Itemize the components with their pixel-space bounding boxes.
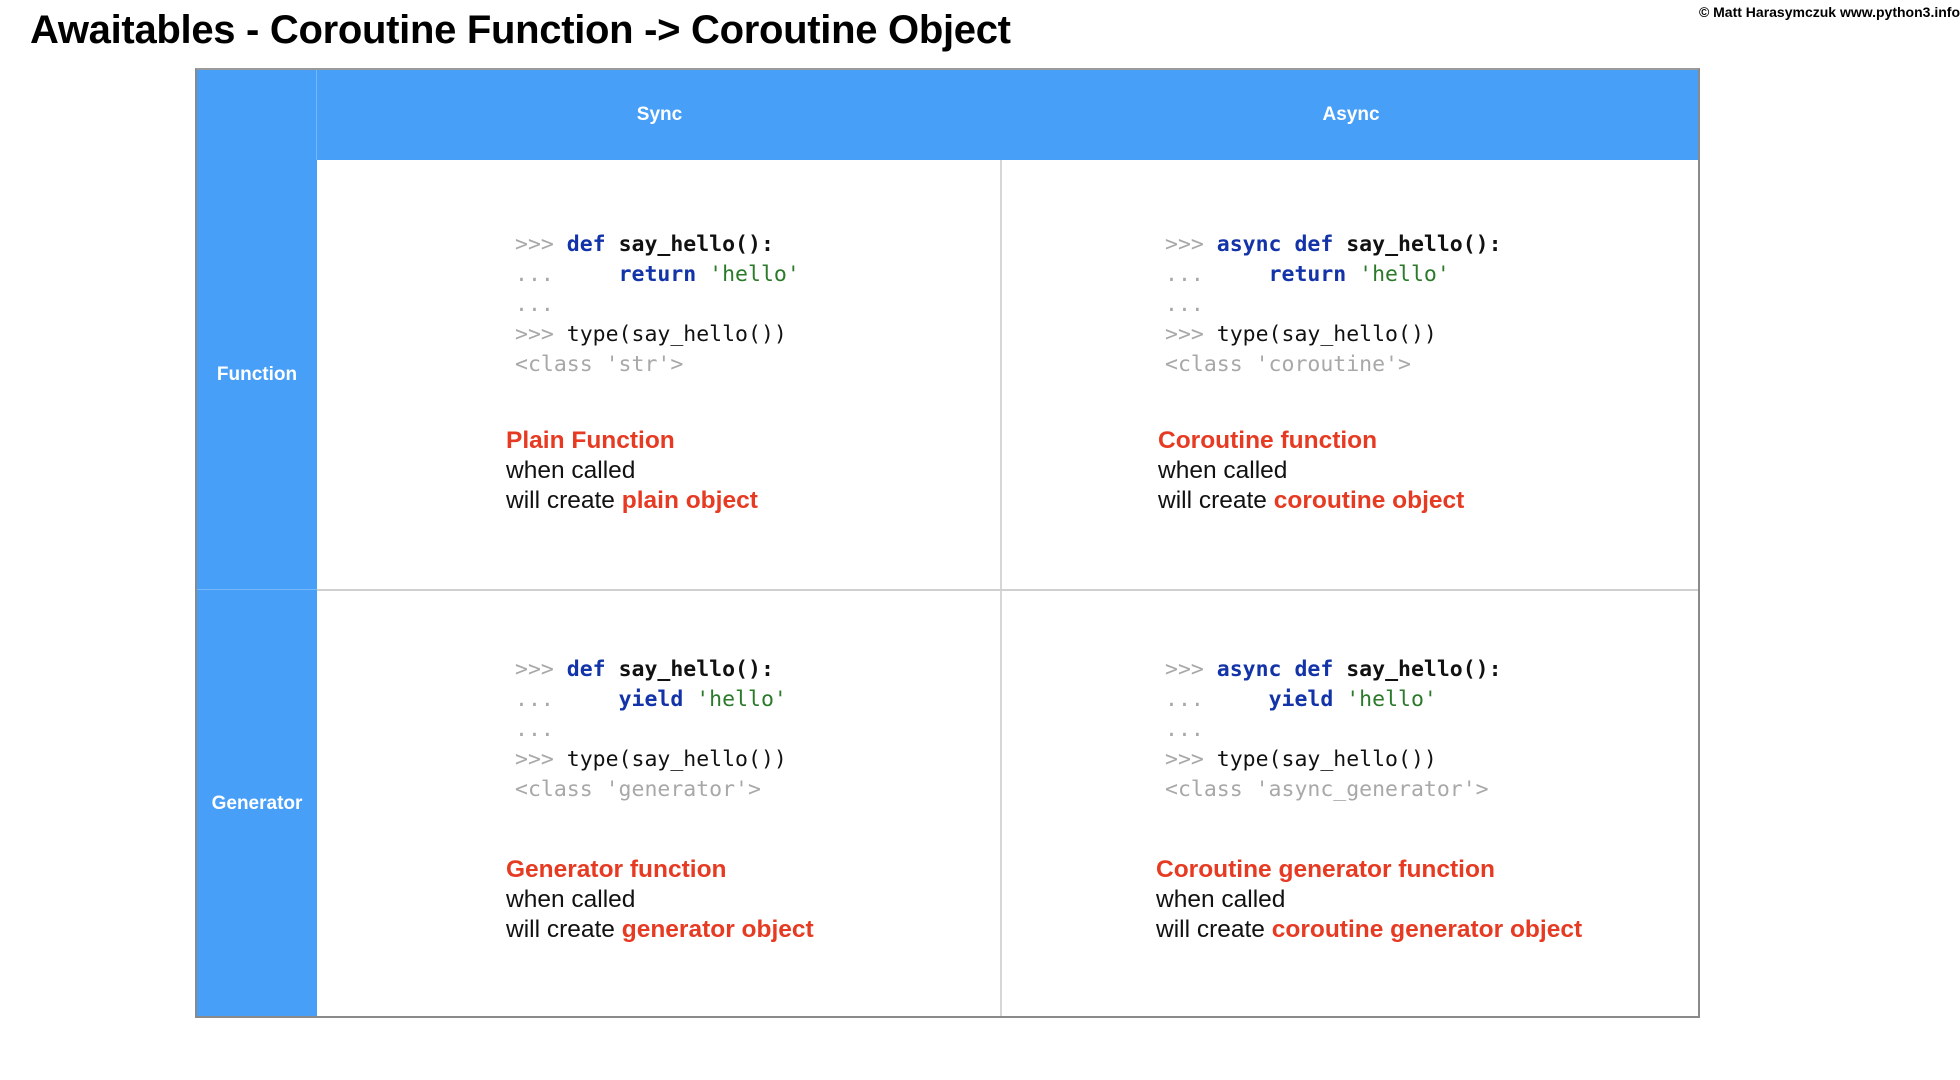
header-corner xyxy=(197,70,317,160)
code-function-name: say_hello(): xyxy=(1346,232,1502,257)
code-function-name: say_hello(): xyxy=(618,657,774,682)
code-output: <class 'coroutine'> xyxy=(1165,352,1411,377)
code-keyword: def xyxy=(566,657,619,682)
credit-text: © Matt Harasymczuk www.python3.info xyxy=(1698,4,1960,20)
code-prompt: ... xyxy=(1165,262,1269,287)
cell-sync-generator: >>> def say_hello():... yield 'hello'...… xyxy=(506,655,814,945)
cell-async-function: >>> async def say_hello():... return 'he… xyxy=(1158,230,1502,516)
description-line: when called xyxy=(506,886,636,913)
description-line: when called xyxy=(506,457,636,484)
code-block: >>> def say_hello():... return 'hello'..… xyxy=(515,230,800,380)
description-title: Plain Function xyxy=(506,427,675,454)
code-prompt: ... xyxy=(515,717,554,742)
code-function-name: say_hello(): xyxy=(618,232,774,257)
code-keyword: yield xyxy=(1268,687,1347,712)
column-divider xyxy=(1000,160,1002,1016)
code-function-name: say_hello(): xyxy=(1346,657,1502,682)
code-prompt: >>> xyxy=(515,747,567,772)
column-header-sync: Sync xyxy=(636,104,683,125)
description: Generator function when called will crea… xyxy=(506,855,814,945)
description: Plain Function when called will create p… xyxy=(506,426,800,516)
comparison-table: Sync Async Function Generator >>> def sa… xyxy=(195,68,1700,1018)
description-prefix: will create xyxy=(506,487,622,514)
cell-sync-function: >>> def say_hello():... return 'hello'..… xyxy=(506,230,800,516)
code-statement: type(say_hello()) xyxy=(566,747,787,772)
code-prompt: >>> xyxy=(1165,747,1217,772)
code-prompt: >>> xyxy=(1165,657,1217,682)
description-line: when called xyxy=(1156,886,1286,913)
description-title: Generator function xyxy=(506,856,727,883)
row-header-generator: Generator xyxy=(211,793,303,814)
description-title: Coroutine function xyxy=(1158,427,1378,454)
code-string: 'hello' xyxy=(709,262,800,287)
code-prompt: ... xyxy=(1165,687,1269,712)
code-string: 'hello' xyxy=(1346,687,1437,712)
code-keyword: return xyxy=(618,262,710,287)
code-statement: type(say_hello()) xyxy=(1216,322,1437,347)
description-object: coroutine generator object xyxy=(1271,916,1583,943)
code-block: >>> async def say_hello():... yield 'hel… xyxy=(1165,655,1582,805)
code-output: <class 'async_generator'> xyxy=(1165,777,1489,802)
description: Coroutine generator function when called… xyxy=(1156,855,1582,945)
description-title: Coroutine generator function xyxy=(1156,856,1495,883)
code-string: 'hello' xyxy=(696,687,787,712)
code-prompt: >>> xyxy=(515,322,567,347)
code-prompt: ... xyxy=(1165,292,1204,317)
code-block: >>> async def say_hello():... return 'he… xyxy=(1165,230,1502,380)
description: Coroutine function when called will crea… xyxy=(1158,426,1502,516)
code-prompt: >>> xyxy=(1165,322,1217,347)
description-object: plain object xyxy=(621,487,758,514)
description-object: generator object xyxy=(621,916,814,943)
code-keyword: def xyxy=(566,232,619,257)
code-prompt: ... xyxy=(515,687,619,712)
description-object: coroutine object xyxy=(1273,487,1465,514)
code-output: <class 'str'> xyxy=(515,352,684,377)
code-prompt: ... xyxy=(1165,717,1204,742)
code-keyword: async def xyxy=(1216,232,1347,257)
page-title: Awaitables - Coroutine Function -> Corou… xyxy=(30,8,1011,52)
code-statement: type(say_hello()) xyxy=(566,322,787,347)
code-prompt: ... xyxy=(515,292,554,317)
row-divider xyxy=(317,589,1698,591)
code-block: >>> def say_hello():... yield 'hello'...… xyxy=(515,655,814,805)
description-prefix: will create xyxy=(1158,487,1274,514)
code-prompt: ... xyxy=(515,262,619,287)
description-prefix: will create xyxy=(1156,916,1272,943)
row-header-column: Function Generator xyxy=(197,160,317,1016)
code-output: <class 'generator'> xyxy=(515,777,761,802)
description-line: when called xyxy=(1158,457,1288,484)
code-keyword: return xyxy=(1268,262,1360,287)
column-header-async: Async xyxy=(1322,104,1380,125)
code-prompt: >>> xyxy=(1165,232,1217,257)
code-keyword: yield xyxy=(618,687,697,712)
code-keyword: async def xyxy=(1216,657,1347,682)
code-prompt: >>> xyxy=(515,232,567,257)
code-prompt: >>> xyxy=(515,657,567,682)
header-row: Sync Async xyxy=(197,70,1698,160)
code-string: 'hello' xyxy=(1359,262,1450,287)
cell-async-generator: >>> async def say_hello():... yield 'hel… xyxy=(1156,655,1582,945)
code-statement: type(say_hello()) xyxy=(1216,747,1437,772)
row-header-function: Function xyxy=(197,160,317,590)
description-prefix: will create xyxy=(506,916,622,943)
